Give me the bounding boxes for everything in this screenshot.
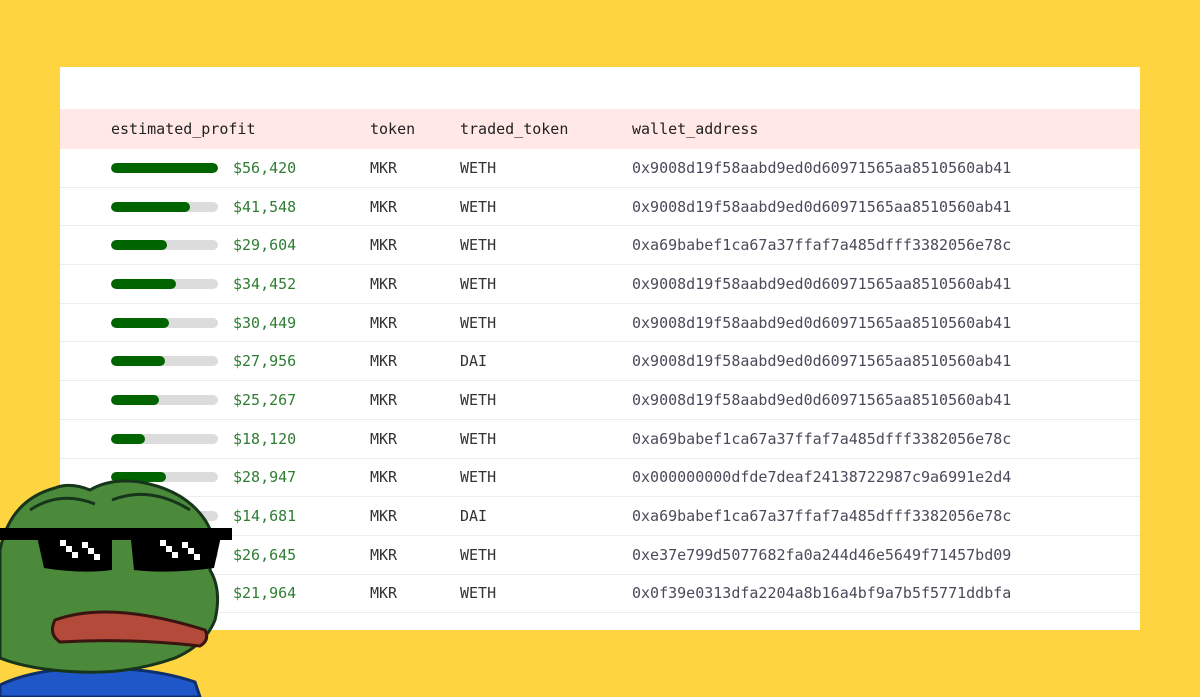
profit-amount: $41,548 xyxy=(233,197,297,216)
table-row[interactable]: $30,449 MKR WETH 0x9008d19f58aabd9ed0d60971… xyxy=(60,304,1140,343)
token-cell: MKR xyxy=(370,236,398,255)
table-row[interactable]: $29,604 MKR WETH 0xa69babef1ca67a37ffaf7a48… xyxy=(60,226,1140,266)
profit-bar xyxy=(111,317,218,328)
wallet-address-cell[interactable]: 0xa69babef1ca67a37ffaf7a485dfff3382056e7… xyxy=(632,226,1011,264)
profit-bar xyxy=(111,394,218,405)
profit-amount: $18,120 xyxy=(233,429,297,448)
token-cell: MKR xyxy=(370,274,398,293)
token-cell: MKR xyxy=(370,507,398,526)
wallet-address-cell[interactable]: 0xe37e799d5077682fa0a244d46e5649f71457bd… xyxy=(632,536,1011,574)
traded-token-cell: WETH xyxy=(460,429,497,448)
profit-amount: $14,681 xyxy=(233,507,297,526)
profit-cell: $29,604 xyxy=(111,226,361,264)
table-row[interactable]: $27,956 MKR DAI 0x9008d19f58aabd9ed0d609715… xyxy=(60,342,1140,382)
wallet-address-cell[interactable]: 0x9008d19f58aabd9ed0d60971565aa8510560ab… xyxy=(632,342,1011,380)
header-estimated-profit[interactable]: estimated_profit xyxy=(111,109,361,149)
header-traded-token[interactable]: traded_token xyxy=(460,109,568,149)
header-token[interactable]: token xyxy=(370,109,415,149)
traded-token-cell: WETH xyxy=(460,545,497,564)
profit-cell: $27,956 xyxy=(111,342,361,380)
profit-cell: $56,420 xyxy=(111,149,361,187)
pepe-frog-sunglasses-icon xyxy=(0,479,232,697)
profit-cell: $41,548 xyxy=(111,188,361,226)
token-cell: MKR xyxy=(370,197,398,216)
token-cell: MKR xyxy=(370,468,398,487)
table-row[interactable]: $18,120 MKR WETH 0xa69babef1ca67a37ffaf7a48… xyxy=(60,420,1140,459)
wallet-address-cell[interactable]: 0x9008d19f58aabd9ed0d60971565aa8510560ab… xyxy=(632,381,1011,419)
profit-amount: $21,964 xyxy=(233,584,297,603)
profit-amount: $29,604 xyxy=(233,236,297,255)
profit-bar-fill xyxy=(111,278,177,289)
profit-cell: $34,452 xyxy=(111,265,361,303)
token-cell: MKR xyxy=(370,390,398,409)
profit-amount: $56,420 xyxy=(233,158,297,177)
wallet-address-cell[interactable]: 0xa69babef1ca67a37ffaf7a485dfff3382056e7… xyxy=(632,420,1011,458)
profit-amount: $34,452 xyxy=(233,274,297,293)
token-cell: MKR xyxy=(370,429,398,448)
traded-token-cell: DAI xyxy=(460,507,488,526)
profit-bar-fill xyxy=(111,394,160,405)
profit-bar xyxy=(111,356,218,367)
wallet-address-cell[interactable]: 0x000000000dfde7deaf24138722987c9a6991e2… xyxy=(632,459,1011,497)
profit-bar-fill xyxy=(111,433,146,444)
token-cell: MKR xyxy=(370,545,398,564)
traded-token-cell: WETH xyxy=(460,584,497,603)
traded-token-cell: WETH xyxy=(460,468,497,487)
wallet-address-cell[interactable]: 0x9008d19f58aabd9ed0d60971565aa8510560ab… xyxy=(632,149,1011,187)
traded-token-cell: WETH xyxy=(460,313,497,332)
traded-token-cell: WETH xyxy=(460,390,497,409)
profit-cell: $30,449 xyxy=(111,304,361,342)
profit-bar-fill xyxy=(111,162,218,173)
wallet-address-cell[interactable]: 0x9008d19f58aabd9ed0d60971565aa8510560ab… xyxy=(632,188,1011,226)
profit-bar xyxy=(111,201,218,212)
token-cell: MKR xyxy=(370,313,398,332)
profit-bar xyxy=(111,162,218,173)
wallet-address-cell[interactable]: 0xa69babef1ca67a37ffaf7a485dfff3382056e7… xyxy=(632,497,1011,535)
wallet-address-cell[interactable]: 0x9008d19f58aabd9ed0d60971565aa8510560ab… xyxy=(632,304,1011,342)
traded-token-cell: WETH xyxy=(460,197,497,216)
header-wallet-address[interactable]: wallet_address xyxy=(632,109,758,149)
traded-token-cell: DAI xyxy=(460,352,488,371)
profit-amount: $25,267 xyxy=(233,390,297,409)
traded-token-cell: WETH xyxy=(460,274,497,293)
table-row[interactable]: $41,548 MKR WETH 0x9008d19f58aabd9ed0d60971… xyxy=(60,188,1140,227)
profit-amount: $27,956 xyxy=(233,352,297,371)
profit-bar xyxy=(111,433,218,444)
profit-bar-fill xyxy=(111,240,167,251)
profit-bar-fill xyxy=(111,317,169,328)
profit-amount: $26,645 xyxy=(233,545,297,564)
profit-bar xyxy=(111,278,218,289)
traded-token-cell: WETH xyxy=(460,236,497,255)
wallet-address-cell[interactable]: 0x0f39e0313dfa2204a8b16a4bf9a7b5f5771ddb… xyxy=(632,575,1011,613)
table-row[interactable]: $25,267 MKR WETH 0x9008d19f58aabd9ed0d60971… xyxy=(60,381,1140,420)
profit-bar-fill xyxy=(111,356,165,367)
profit-cell: $25,267 xyxy=(111,381,361,419)
profit-bar xyxy=(111,240,218,251)
token-cell: MKR xyxy=(370,352,398,371)
token-cell: MKR xyxy=(370,158,398,177)
table-header-row: estimated_profit token traded_token wall… xyxy=(60,109,1140,149)
table-row[interactable]: $56,420 MKR WETH 0x9008d19f58aabd9ed0d60971… xyxy=(60,149,1140,188)
wallet-address-cell[interactable]: 0x9008d19f58aabd9ed0d60971565aa8510560ab… xyxy=(632,265,1011,303)
table-row[interactable]: $34,452 MKR WETH 0x9008d19f58aabd9ed0d60971… xyxy=(60,265,1140,304)
profit-amount: $30,449 xyxy=(233,313,297,332)
profit-bar-fill xyxy=(111,201,191,212)
profit-cell: $18,120 xyxy=(111,420,361,458)
token-cell: MKR xyxy=(370,584,398,603)
profit-amount: $28,947 xyxy=(233,468,297,487)
traded-token-cell: WETH xyxy=(460,158,497,177)
